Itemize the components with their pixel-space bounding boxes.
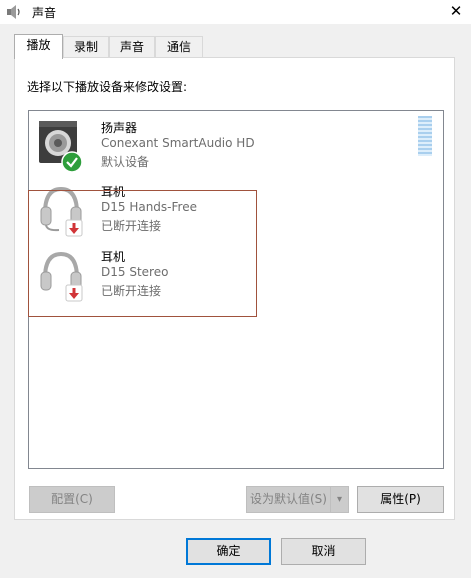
tab-sounds[interactable]: 声音 <box>109 36 155 58</box>
speaker-app-icon <box>7 5 20 19</box>
tab-communications[interactable]: 通信 <box>155 36 203 58</box>
title-bar: 声音 ✕ <box>0 0 471 24</box>
device-name: 耳机 <box>101 250 126 264</box>
ok-button[interactable]: 确定 <box>186 538 271 565</box>
device-status: 默认设备 <box>101 155 150 169</box>
disconnected-badge <box>65 284 83 302</box>
device-driver: Conexant SmartAudio HD <box>101 136 255 150</box>
playback-device-list[interactable]: 扬声器 Conexant SmartAudio HD 默认设备 耳机 D15 H… <box>28 110 444 469</box>
device-status: 已断开连接 <box>101 219 162 233</box>
device-name: 耳机 <box>101 185 126 199</box>
window-title: 声音 <box>32 6 57 20</box>
set-default-label: 设为默认值(S) <box>250 492 327 506</box>
list-scrollbar[interactable] <box>418 116 432 156</box>
instruction-label: 选择以下播放设备来修改设置: <box>27 80 188 94</box>
disconnected-badge <box>65 219 83 237</box>
device-item-speakers[interactable]: 扬声器 Conexant SmartAudio HD 默认设备 <box>37 119 417 179</box>
default-check-badge <box>61 151 83 173</box>
device-item-headset-handsfree[interactable]: 耳机 D15 Hands-Free 已断开连接 <box>37 183 417 243</box>
device-driver: D15 Stereo <box>101 265 169 279</box>
tab-recording[interactable]: 录制 <box>63 36 109 58</box>
tab-playback[interactable]: 播放 <box>14 34 63 59</box>
properties-button[interactable]: 属性(P) <box>357 486 444 513</box>
device-name: 扬声器 <box>101 121 138 135</box>
device-status: 已断开连接 <box>101 284 162 298</box>
cancel-button[interactable]: 取消 <box>281 538 366 565</box>
device-driver: D15 Hands-Free <box>101 200 197 214</box>
set-default-button[interactable]: 设为默认值(S) ▾ <box>246 486 349 513</box>
close-button[interactable]: ✕ <box>441 0 471 24</box>
configure-button[interactable]: 配置(C) <box>29 486 115 513</box>
device-item-headphones-stereo[interactable]: 耳机 D15 Stereo 已断开连接 <box>37 248 417 308</box>
set-default-dropdown-arrow[interactable]: ▾ <box>330 487 348 512</box>
